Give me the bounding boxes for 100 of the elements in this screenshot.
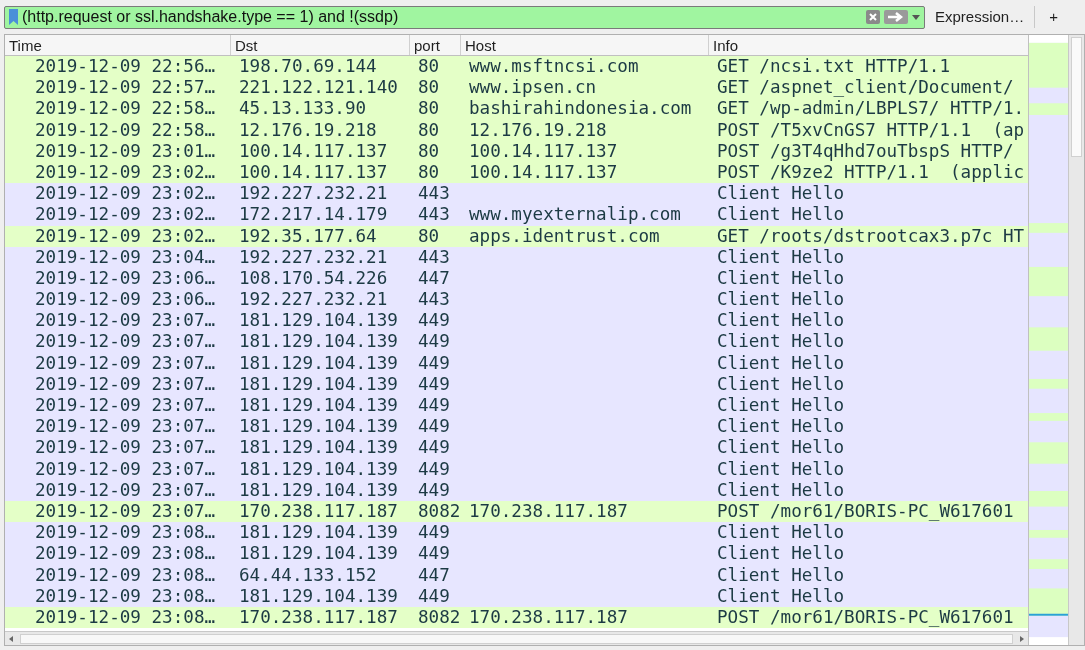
table-cell: 181.129.104.139 [239,458,398,479]
table-cell: 181.129.104.139 [239,310,398,331]
table-cell: 100.14.117.137 [239,140,388,161]
table-cell: 2019-12-09 23:06… [35,267,216,288]
clear-icon[interactable] [866,10,880,24]
table-cell: 2019-12-09 23:04… [35,246,216,267]
table-cell: 2019-12-09 23:07… [35,331,216,352]
packet-row[interactable]: 2019-12-09 23:07… 181.129.104.139 449 Client Hello [5,479,1029,501]
table-cell: 2019-12-09 23:07… [35,437,216,458]
vertical-scrollbar[interactable] [1068,35,1084,645]
packet-row[interactable]: 2019-12-09 23:06… 108.170.54.226 447 Client Hello [5,267,1029,290]
table-cell: 172.217.14.179 [239,204,388,225]
table-cell: Client Hello [717,310,845,331]
table-cell: 100.14.117.137 [469,140,618,161]
table-cell: 64.44.133.152 [239,564,377,585]
table-cell: Client Hello [717,522,845,543]
table-cell: 170.238.117.187 [239,606,398,627]
table-cell: 443 [418,289,450,310]
table-cell: 2019-12-09 23:06… [35,289,216,310]
packet-row[interactable]: 2019-12-09 23:01… 100.14.117.137 80 100.14.117.137 POST /g3T4qHhd7ouTbspS HTTP/ [5,140,1029,162]
table-cell: 2019-12-09 23:07… [35,373,216,394]
table-cell: 192.227.232.21 [239,289,388,310]
table-cell: 12.176.19.218 [469,119,607,140]
packet-row[interactable]: 2019-12-09 23:02… 192.227.232.21 443 Client Hello [5,183,1029,205]
table-cell: 2019-12-09 23:07… [35,479,216,500]
table-cell: 8082 [418,606,461,627]
packet-row[interactable]: 2019-12-09 23:08… 64.44.133.152 447 Client Hello [5,564,1029,586]
table-cell: 2019-12-09 23:07… [35,310,216,331]
add-button[interactable]: + [1041,5,1066,29]
table-cell: 449 [418,522,450,543]
column-header[interactable]: Host [461,35,709,55]
packet-row[interactable]: 2019-12-09 23:07… 170.238.117.187 8082 170.238.117.187 POST /mor61/BORIS-PC_W617601 [5,500,1029,523]
table-cell: 108.170.54.226 [239,267,388,288]
table-cell: 449 [418,416,450,437]
packet-row[interactable]: 2019-12-09 22:56… 198.70.69.144 80 www.msftncsi.com GET /ncsi.txt HTTP/1.1 [5,56,1029,78]
table-cell: 449 [418,585,450,606]
table-cell: 449 [418,479,450,500]
table-cell: GET /wp-admin/LBPLS7/ HTTP/1. [717,98,1025,119]
table-cell: Client Hello [717,437,845,458]
packet-row[interactable]: 2019-12-09 23:07… 181.129.104.139 449 Client Hello [5,416,1029,438]
table-cell: 80 [418,161,440,182]
table-cell: GET /aspnet_client/Document/ [717,77,1014,98]
table-cell: POST /mor61/BORIS-PC_W617601 [717,500,1014,521]
packet-row[interactable]: 2019-12-09 23:07… 181.129.104.139 449 Client Hello [5,373,1029,395]
packet-row[interactable]: 2019-12-09 23:08… 181.129.104.139 449 Client Hello [5,585,1029,607]
column-header[interactable]: port [410,35,461,55]
table-cell: Client Hello [717,416,845,437]
table-cell: 181.129.104.139 [239,585,398,606]
packet-row[interactable]: 2019-12-09 22:57… 221.122.121.140 80 www.ipsen.cn GET /aspnet_client/Document/ [5,77,1029,99]
table-cell: Client Hello [717,395,845,415]
packet-row[interactable]: 2019-12-09 23:06… 192.227.232.21 443 Client Hello [5,289,1029,311]
column-header[interactable]: Time [5,35,231,55]
table-cell: 449 [418,437,450,458]
table-cell: apps.identrust.com [469,225,660,246]
table-cell: 443 [418,246,450,267]
horizontal-scrollbar[interactable] [5,631,1029,645]
table-cell: 80 [418,140,440,161]
table-cell: 447 [418,267,450,288]
packet-row[interactable]: 2019-12-09 23:04… 192.227.232.21 443 Client Hello [5,246,1029,268]
packet-row[interactable]: 2019-12-09 23:08… 181.129.104.139 449 Client Hello [5,543,1029,565]
packet-row[interactable]: 2019-12-09 22:58… 45.13.133.90 80 bashirahindonesia.com GET /wp-admin/LBPLS7/ HTTP/1. [5,98,1029,120]
table-cell: 2019-12-09 23:07… [35,458,216,479]
table-cell: Client Hello [717,458,845,479]
bookmark-icon[interactable] [9,9,18,25]
table-cell: Client Hello [717,183,845,204]
packet-row[interactable]: 2019-12-09 23:07… 181.129.104.139 449 Client Hello [5,437,1029,459]
expression-button[interactable]: Expression… [931,5,1029,29]
table-cell: 449 [418,373,450,394]
table-cell: 192.35.177.64 [239,225,377,246]
packet-row[interactable]: 2019-12-09 23:02… 100.14.117.137 80 100.14.117.137 POST /K9ze2 HTTP/1.1 (applic [5,161,1029,184]
column-header[interactable]: Dst [231,35,410,55]
packet-row[interactable]: 2019-12-09 23:07… 181.129.104.139 449 Client Hello [5,331,1029,353]
table-cell: 2019-12-09 23:07… [35,500,216,521]
table-cell: 449 [418,395,450,415]
packet-row[interactable]: 2019-12-09 23:08… 181.129.104.139 449 Client Hello [5,522,1029,544]
packet-row[interactable]: 2019-12-09 23:02… 192.35.177.64 80 apps.identrust.com GET /roots/dstrootcax3.p7c HT [5,225,1029,247]
packet-row[interactable]: 2019-12-09 23:07… 181.129.104.139 449 Client Hello [5,310,1029,332]
table-cell: 2019-12-09 23:08… [35,543,216,564]
table-cell: 449 [418,352,450,373]
packet-row[interactable]: 2019-12-09 23:02… 172.217.14.179 443 www.myexternalip.com Client Hello [5,204,1029,226]
table-cell: 2019-12-09 23:08… [35,522,216,543]
table-cell: 181.129.104.139 [239,373,398,394]
table-cell: 449 [418,310,450,331]
table-cell: 2019-12-09 23:07… [35,352,216,373]
table-cell: 2019-12-09 22:57… [35,77,216,98]
table-cell: Client Hello [717,373,845,394]
packet-row[interactable]: 2019-12-09 23:08… 170.238.117.187 8082 170.238.117.187 POST /mor61/BORIS-PC_W617601 [5,606,1029,629]
table-cell: bashirahindonesia.com [469,98,692,119]
table-cell: Client Hello [717,331,845,352]
table-cell: 181.129.104.139 [239,437,398,458]
packet-row[interactable]: 2019-12-09 22:58… 12.176.19.218 80 12.176.19.218 POST /T5xvCnGS7 HTTP/1.1 (ap [5,119,1029,141]
table-cell: 80 [418,225,440,246]
packet-row[interactable]: 2019-12-09 23:07… 181.129.104.139 449 Client Hello [5,352,1029,374]
packet-row[interactable]: 2019-12-09 23:07… 181.129.104.139 449 Client Hello [5,395,1029,417]
dropdown-caret-icon[interactable] [912,14,920,20]
table-cell: 2019-12-09 22:58… [35,119,216,140]
table-cell: 198.70.69.144 [239,56,377,76]
table-cell: 443 [418,204,450,225]
table-cell: POST /T5xvCnGS7 HTTP/1.1 (ap [717,119,1025,140]
packet-row[interactable]: 2019-12-09 23:07… 181.129.104.139 449 Client Hello [5,458,1029,480]
